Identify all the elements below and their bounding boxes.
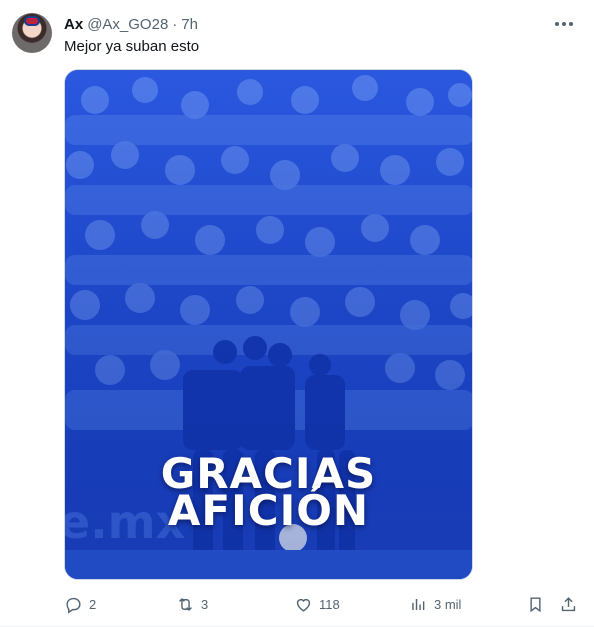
bookmark-button[interactable]: [526, 592, 545, 616]
author-avatar[interactable]: [12, 13, 52, 53]
repost-button[interactable]: 3: [176, 592, 208, 616]
bookmark-icon: [530, 596, 541, 612]
post-text: Mejor ya suban esto: [64, 38, 200, 55]
reply-icon: [66, 597, 81, 614]
repost-icon: [179, 597, 192, 611]
like-count: 118: [319, 596, 340, 612]
reply-count: 2: [89, 596, 97, 612]
post-actions: 2 3 118 3 mil: [64, 592, 584, 616]
post-header: Ax @Ax_GO28 · 7h: [64, 14, 198, 34]
avatar-badge: [24, 16, 40, 26]
image-caption-line2: AFICIÓN: [167, 486, 370, 535]
share-icon: [561, 596, 576, 611]
views-button[interactable]: 3 mil: [409, 592, 461, 616]
more-options-button[interactable]: [552, 16, 576, 32]
reply-button[interactable]: 2: [64, 592, 96, 616]
repost-count: 3: [201, 596, 209, 612]
post-time[interactable]: 7h: [181, 16, 198, 33]
heart-icon: [296, 598, 311, 612]
author-handle[interactable]: @Ax_GO28: [87, 16, 168, 33]
post[interactable]: Ax @Ax_GO28 · 7h Mejor ya suban esto GRA…: [0, 0, 594, 627]
author-name[interactable]: Ax: [64, 16, 83, 33]
views-chart-icon: [412, 598, 425, 610]
share-button[interactable]: [559, 592, 578, 616]
views-count: 3 mil: [434, 596, 462, 612]
like-button[interactable]: 118: [294, 592, 340, 616]
separator-dot: ·: [172, 15, 178, 33]
more-horizontal-icon: [555, 22, 559, 26]
post-image[interactable]: e.mx GRACIAS AFICIÓN: [64, 69, 473, 580]
